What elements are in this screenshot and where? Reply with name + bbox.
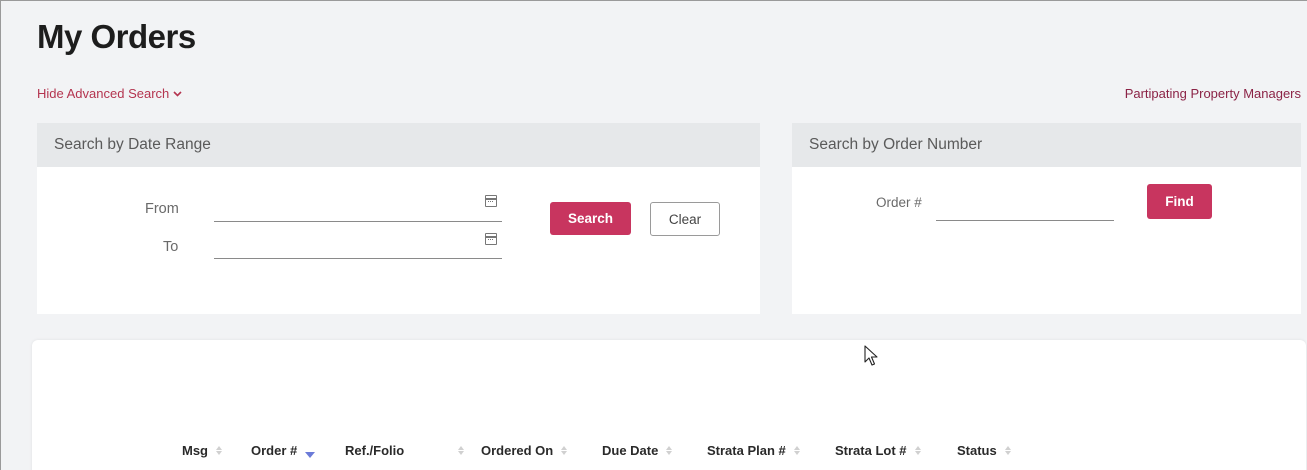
date-range-panel: Search by Date Range From To Search Clea… <box>37 123 760 314</box>
column-header-due-date[interactable]: Due Date <box>602 443 673 458</box>
column-header-order-number[interactable]: Order # <box>251 443 316 458</box>
column-header-ordered-on[interactable]: Ordered On <box>481 443 568 458</box>
column-header-label: Msg <box>182 443 208 458</box>
to-date-input[interactable] <box>214 235 502 259</box>
sort-icon <box>458 446 465 455</box>
column-header-status[interactable]: Status <box>957 443 1011 458</box>
order-number-heading: Search by Order Number <box>792 123 1301 167</box>
column-header-strata-lot[interactable]: Strata Lot # <box>835 443 921 458</box>
from-label: From <box>145 201 179 217</box>
order-number-panel: Search by Order Number Order # Find <box>792 123 1301 314</box>
sort-icon <box>914 446 921 455</box>
column-header-label: Strata Lot # <box>835 443 907 458</box>
from-date-input[interactable] <box>214 198 502 222</box>
column-header-strata-plan[interactable]: Strata Plan # <box>707 443 800 458</box>
column-header-label: Ordered On <box>481 443 554 458</box>
mouse-cursor-icon <box>864 345 878 372</box>
hide-advanced-search-label: Hide Advanced Search <box>37 86 170 101</box>
sort-descending-icon <box>305 451 316 458</box>
search-button[interactable]: Search <box>550 202 631 235</box>
column-header-label: Status <box>957 443 997 458</box>
sort-icon <box>793 446 800 455</box>
column-header-label: Ref./Folio <box>345 443 405 458</box>
hide-advanced-search-link[interactable]: Hide Advanced Search <box>37 86 182 101</box>
sort-icon <box>666 446 673 455</box>
chevron-down-icon <box>173 89 182 100</box>
column-header-label: Due Date <box>602 443 659 458</box>
date-range-heading: Search by Date Range <box>37 123 760 167</box>
column-header-label: Strata Plan # <box>707 443 786 458</box>
sort-icon <box>216 446 222 455</box>
order-number-label: Order # <box>876 195 922 210</box>
order-number-input[interactable] <box>936 197 1114 221</box>
sort-icon <box>561 446 568 455</box>
calendar-icon[interactable] <box>485 233 497 245</box>
clear-button[interactable]: Clear <box>650 202 720 236</box>
page-title: My Orders <box>37 18 196 55</box>
participating-property-managers-link[interactable]: Partipating Property Managers <box>1125 86 1301 101</box>
orders-table: Msg Order # Ref./Folio Ordered On Due Da… <box>32 340 1306 470</box>
calendar-icon[interactable] <box>485 195 497 207</box>
to-label: To <box>163 239 179 255</box>
column-header-msg[interactable]: Msg <box>182 443 222 458</box>
sort-icon <box>1004 446 1011 455</box>
find-button[interactable]: Find <box>1147 184 1212 219</box>
column-header-label: Order # <box>251 443 298 458</box>
column-header-ref-folio[interactable]: Ref./Folio <box>345 443 465 458</box>
